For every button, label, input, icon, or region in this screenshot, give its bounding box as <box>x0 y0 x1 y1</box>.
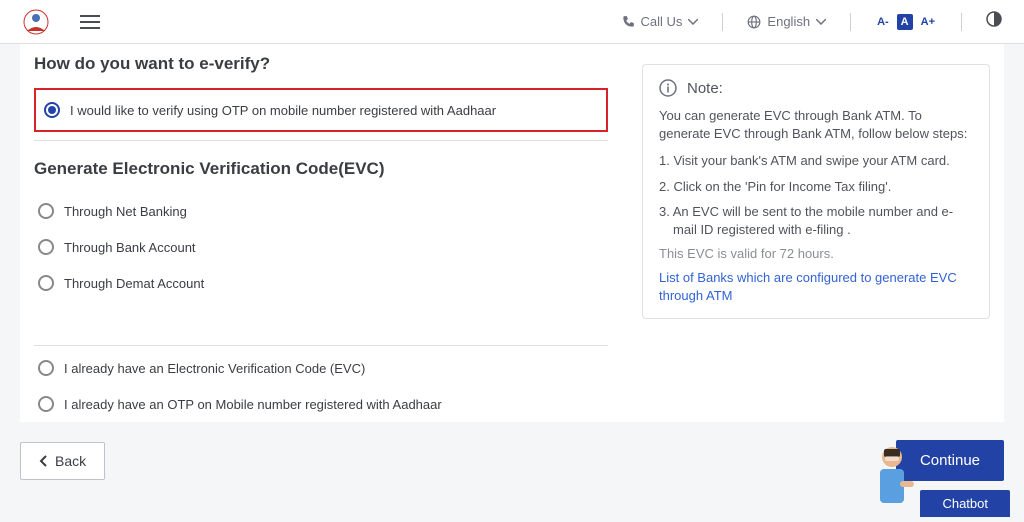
note-title: Note: <box>687 80 723 97</box>
option-have-otp[interactable]: I already have an OTP on Mobile number r… <box>34 386 608 422</box>
font-size-controls: A- A A+ <box>875 14 937 30</box>
option-aadhaar-otp[interactable]: I would like to verify using OTP on mobi… <box>40 92 602 128</box>
separator <box>961 13 962 31</box>
note-validity: This EVC is valid for 72 hours. <box>659 246 973 261</box>
note-step: 1. Visit your bank's ATM and swipe your … <box>659 152 973 170</box>
note-box: Note: You can generate EVC through Bank … <box>642 64 990 319</box>
back-label: Back <box>55 453 86 469</box>
option-demat-account[interactable]: Through Demat Account <box>34 265 608 301</box>
site-logo <box>22 8 50 36</box>
font-size-decrease[interactable]: A- <box>875 14 891 30</box>
separator <box>722 13 723 31</box>
top-bar: Call Us English A- A A+ <box>0 0 1024 44</box>
call-us-label: Call Us <box>641 14 683 29</box>
back-button[interactable]: Back <box>20 442 105 480</box>
font-size-default[interactable]: A <box>897 14 913 30</box>
highlighted-option: I would like to verify using OTP on mobi… <box>34 88 608 132</box>
separator <box>34 140 608 141</box>
chevron-left-icon <box>39 455 47 467</box>
option-have-evc[interactable]: I already have an Electronic Verificatio… <box>34 350 608 386</box>
option-label: Through Demat Account <box>64 276 204 291</box>
info-icon <box>659 79 677 97</box>
chevron-down-icon <box>816 19 826 25</box>
note-step: 2. Click on the 'Pin for Income Tax fili… <box>659 178 973 196</box>
section-heading-evc: Generate Electronic Verification Code(EV… <box>34 159 608 179</box>
option-bank-account[interactable]: Through Bank Account <box>34 229 608 265</box>
contrast-toggle-icon[interactable] <box>986 11 1002 32</box>
chatbot-button[interactable]: Chatbot <box>920 490 1010 517</box>
option-label: Through Net Banking <box>64 204 187 219</box>
radio-icon <box>44 102 60 118</box>
radio-icon <box>38 275 54 291</box>
radio-icon <box>38 360 54 376</box>
chatbot-area: Chatbot <box>870 439 1010 517</box>
separator <box>34 345 608 346</box>
note-intro: You can generate EVC through Bank ATM. T… <box>659 107 973 142</box>
note-column: Note: You can generate EVC through Bank … <box>642 54 990 422</box>
phone-icon <box>621 15 635 29</box>
language-dropdown[interactable]: English <box>747 14 826 29</box>
separator <box>850 13 851 31</box>
hamburger-menu-icon[interactable] <box>80 15 100 29</box>
call-us-dropdown[interactable]: Call Us <box>621 14 699 29</box>
language-label: English <box>767 14 810 29</box>
option-net-banking[interactable]: Through Net Banking <box>34 193 608 229</box>
font-size-increase[interactable]: A+ <box>919 14 937 30</box>
options-column: How do you want to e-verify? I would lik… <box>34 54 608 422</box>
note-step: 3. An EVC will be sent to the mobile num… <box>659 203 973 238</box>
radio-icon <box>38 203 54 219</box>
note-bank-list-link[interactable]: List of Banks which are configured to ge… <box>659 269 973 304</box>
radio-icon <box>38 239 54 255</box>
option-label: I already have an OTP on Mobile number r… <box>64 397 442 412</box>
footer-actions: Back Continue <box>20 440 1004 481</box>
chatbot-avatar-icon <box>870 439 914 517</box>
radio-icon <box>38 396 54 412</box>
globe-icon <box>747 15 761 29</box>
option-label: I already have an Electronic Verificatio… <box>64 361 365 376</box>
option-label: I would like to verify using OTP on mobi… <box>70 103 496 118</box>
page-question: How do you want to e-verify? <box>34 54 608 74</box>
option-label: Through Bank Account <box>64 240 196 255</box>
main-card: How do you want to e-verify? I would lik… <box>20 44 1004 422</box>
chevron-down-icon <box>688 19 698 25</box>
